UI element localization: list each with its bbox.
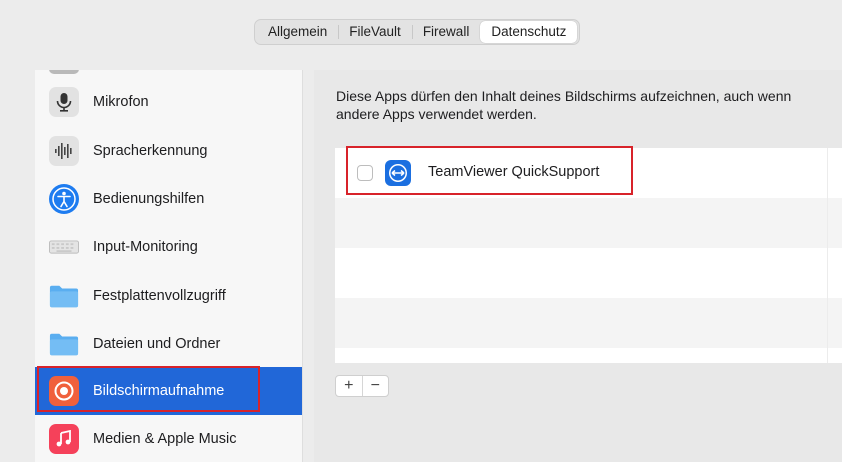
list-item: [335, 198, 842, 248]
sidebar-item-label: Medien & Apple Music: [93, 431, 237, 447]
teamviewer-icon: [385, 160, 411, 186]
sidebar-item-label: Festplattenvollzugriff: [93, 288, 226, 304]
music-icon: [49, 424, 79, 454]
sidebar-item-input-monitoring[interactable]: Input-Monitoring: [35, 223, 302, 271]
sidebar-item-label: Bildschirmaufnahme: [93, 383, 225, 399]
sidebar-item-label: Mikrofon: [93, 94, 149, 110]
sidebar-item-label: Dateien und Ordner: [93, 336, 221, 352]
list-item: [335, 298, 842, 348]
permission-description: Diese Apps dürfen den Inhalt deines Bild…: [336, 88, 792, 122]
partial-item-icon: [49, 70, 79, 74]
tab-allgemein[interactable]: Allgemein: [257, 21, 338, 43]
sidebar-item-medien-apple-music[interactable]: Medien & Apple Music: [35, 415, 302, 462]
tab-filevault[interactable]: FileVault: [338, 21, 412, 43]
app-name: TeamViewer QuickSupport: [428, 164, 600, 180]
screen-recording-icon: [49, 376, 79, 406]
tab-firewall[interactable]: Firewall: [411, 21, 481, 43]
sidebar-item-festplattenvollzugriff[interactable]: Festplattenvollzugriff: [35, 272, 302, 320]
privacy-category-sidebar: Mikrofon Spracherkennung Bedienungshilfe…: [35, 70, 303, 462]
waveform-icon: [49, 136, 79, 166]
sidebar-item-label: Spracherkennung: [93, 143, 208, 159]
app-permissions-panel: Diese Apps dürfen den Inhalt deines Bild…: [314, 70, 842, 462]
remove-app-button[interactable]: −: [361, 376, 389, 396]
sidebar-item-bildschirmaufnahme[interactable]: Bildschirmaufnahme: [35, 367, 302, 415]
accessibility-icon: [49, 184, 79, 214]
sidebar-item-bedienungshilfen[interactable]: Bedienungshilfen: [35, 175, 302, 223]
tab-bar: Allgemein FileVault Firewall Datenschutz: [254, 19, 581, 45]
folder-icon: [49, 329, 79, 359]
tab-datenschutz[interactable]: Datenschutz: [480, 21, 578, 43]
list-item[interactable]: TeamViewer QuickSupport: [335, 148, 842, 198]
app-list: TeamViewer QuickSupport: [335, 148, 842, 363]
sidebar-item-label: Input-Monitoring: [93, 239, 198, 255]
keyboard-icon: [49, 232, 79, 262]
add-app-button[interactable]: +: [336, 376, 362, 396]
sidebar-item-mikrofon[interactable]: Mikrofon: [35, 78, 302, 126]
sidebar-item-spracherkennung[interactable]: Spracherkennung: [35, 127, 302, 175]
list-item: [335, 248, 842, 298]
folder-icon: [49, 281, 79, 311]
list-item: [335, 348, 842, 363]
app-enable-checkbox[interactable]: [357, 165, 373, 181]
sidebar-item-dateien-und-ordner[interactable]: Dateien und Ordner: [35, 320, 302, 368]
microphone-icon: [49, 87, 79, 117]
sidebar-item-label: Bedienungshilfen: [93, 191, 205, 207]
add-remove-control: + −: [335, 375, 389, 397]
